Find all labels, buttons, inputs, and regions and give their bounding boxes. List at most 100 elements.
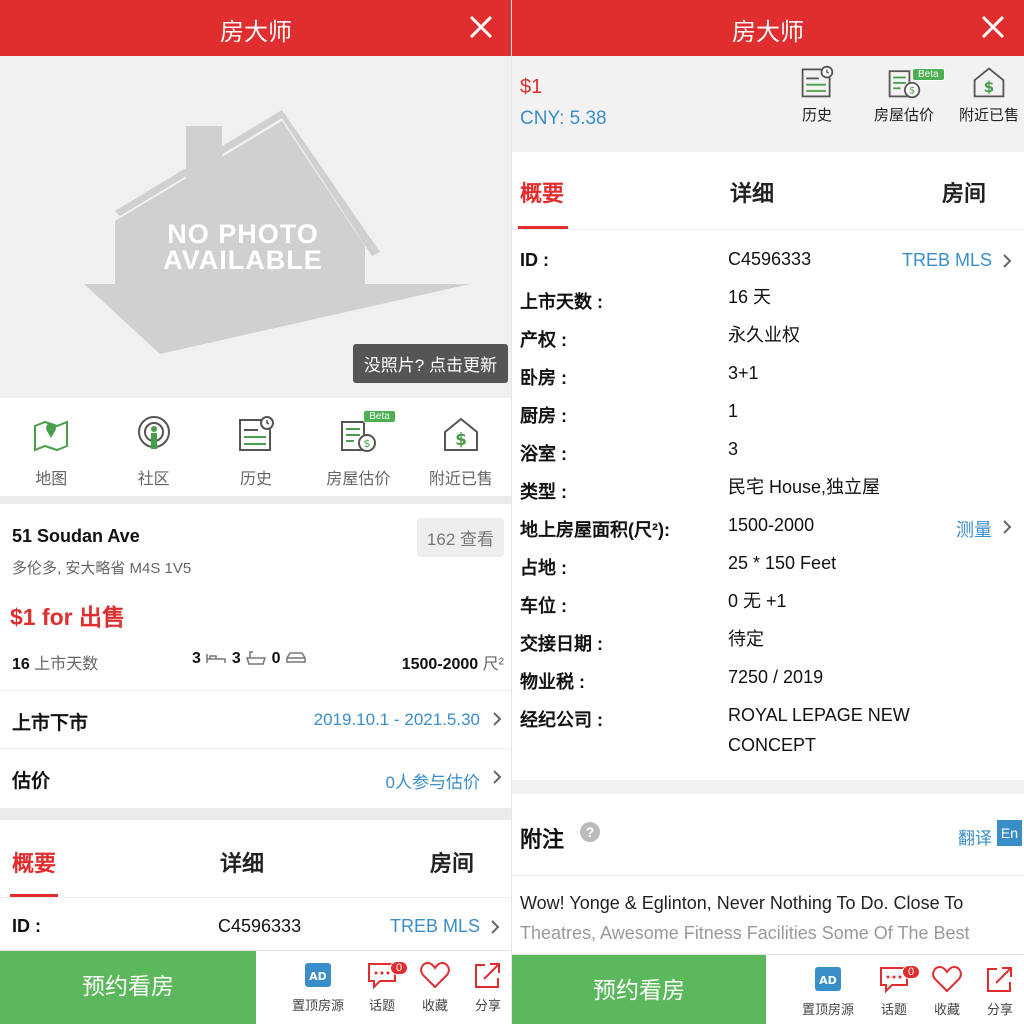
detail-tabs: 概要 详细 房间 [0,820,512,898]
detail-row: 交接日期 : 待定 [512,622,1024,660]
topic-button[interactable]: 话题 0 [352,959,412,1014]
favorite-button[interactable]: 收藏 [405,959,465,1014]
detail-row[interactable]: ID : C4596333 TREB MLS [512,242,1024,280]
detail-key: 卧房 : [520,368,567,388]
detail-key: 车位 : [520,596,567,616]
days-on-market-label: 上市天数 [34,656,99,673]
svg-text:$: $ [984,78,995,96]
valuation-button[interactable]: $ 房屋估价 Beta [868,64,945,125]
detail-value: 0 无 +1 [728,591,787,611]
nearby-sold-icon: $ [973,67,1005,98]
notes-text: Wow! Yonge & Eglinton, Never Nothing To … [520,888,1020,948]
language-toggle[interactable]: En [996,820,1022,846]
id-row: ID : C4596333 TREB MLS [0,900,512,950]
map-label: 地图 [35,471,68,488]
estimate-label: 估价 [12,771,51,792]
property-details-list: ID : C4596333 TREB MLS 上市天数 : 16 天 产权 : … [512,242,1024,768]
detail-key: 物业税 : [520,672,585,692]
heart-icon [932,965,962,993]
nearby-sold-button[interactable]: $ 附近已售 [410,400,512,496]
detail-key: 地上房屋面积(尺²): [520,520,670,540]
valuation-label: 房屋估价 [326,471,391,488]
detail-row: 浴室 : 3 [512,432,1024,470]
topic-label: 话题 [368,998,395,1013]
bottom-action-bar: 预约看房 AD 置顶房源 话题 0 收藏 分享 [0,950,512,1024]
promote-label: 置顶房源 [801,1002,854,1017]
detail-value: 永久业权 [728,325,800,345]
valuation-button[interactable]: $ Beta 房屋估价 [307,400,409,496]
close-icon[interactable] [468,14,494,40]
listing-city: 多伦多, 安大略省 M4S 1V5 [12,560,192,577]
feature-icon-row: 地图 社区 历史 $ Beta 房屋估价 $ 附近已售 [0,400,512,496]
detail-row: 经纪公司 : ROYAL LEPAGE NEW CONCEPT [512,698,1024,768]
detail-row[interactable]: 地上房屋面积(尺²): 1500-2000 测量 [512,508,1024,546]
listing-stats: 16 上市天数 3 3 0 1500-2000 尺² [12,650,504,674]
nearby-sold-button[interactable]: $ 附近已售 [954,64,1024,125]
history-icon [801,65,834,98]
notes-line: Wow! Yonge & Eglinton, Never Nothing To … [520,893,964,913]
top-bar: 房大师 [512,0,1024,56]
bed-count: 3 [192,650,201,667]
community-button[interactable]: 社区 [102,400,204,496]
detail-row: 厨房 : 1 [512,394,1024,432]
detail-row: 产权 : 永久业权 [512,318,1024,356]
chevron-right-icon [1003,520,1012,534]
detail-row: 车位 : 0 无 +1 [512,584,1024,622]
detail-value: 民宅 House,独立屋 [728,477,881,497]
tab-overview[interactable]: 概要 [520,176,564,208]
section-divider [0,496,512,504]
history-button[interactable]: 历史 [205,400,307,496]
tab-details[interactable]: 详细 [730,176,774,208]
listing-history-row[interactable]: 上市下市 2019.10.1 - 2021.5.30 [0,690,512,746]
top-bar: 房大师 [0,0,512,56]
estimate-row[interactable]: 估价 0人参与估价 [0,748,512,804]
share-icon [987,967,1012,992]
app-title: 房大师 [732,19,804,46]
detail-key: 交接日期 : [520,634,603,654]
help-icon[interactable]: ? [580,822,600,842]
nearby-sold-label: 附近已售 [958,107,1019,124]
active-tab-underline [518,226,568,229]
tab-rooms[interactable]: 房间 [942,176,986,208]
update-photo-tip[interactable]: 没照片? 点击更新 [352,344,508,383]
map-button[interactable]: 地图 [0,400,102,496]
book-viewing-button[interactable]: 预约看房 [512,955,766,1024]
section-divider [512,780,1024,794]
estimate-value: 0人参与估价 [385,773,480,792]
translate-button[interactable]: 翻译 [958,824,992,849]
price-header: $1 CNY: 5.38 历史 $ 房屋估价 Beta $ 附近已售 [512,56,1024,142]
book-viewing-button[interactable]: 预约看房 [0,951,256,1024]
id-value: C4596333 [218,916,302,936]
detail-row: 占地 : 25 * 150 Feet [512,546,1024,584]
mls-link[interactable]: TREB MLS [902,250,992,271]
mls-link[interactable]: TREB MLS [390,916,480,937]
bed-icon [206,654,227,663]
close-icon[interactable] [980,14,1006,40]
share-button[interactable]: 分享 [970,963,1024,1018]
detail-key: 产权 : [520,330,567,350]
detail-value: 16 天 [728,287,772,307]
svg-text:$: $ [364,437,371,450]
tab-rooms[interactable]: 房间 [430,846,474,878]
ad-icon: AD [305,963,331,987]
tab-details[interactable]: 详细 [220,846,264,878]
floor-area: 1500-2000 尺² [402,650,504,674]
floor-area-unit: 尺² [482,656,504,673]
chevron-right-icon [491,920,500,934]
history-button[interactable]: 历史 [782,64,852,125]
section-divider [0,808,512,820]
share-button[interactable]: 分享 [458,959,512,1014]
nearby-sold-icon: $ [443,417,478,451]
detail-row: 卧房 : 3+1 [512,356,1024,394]
promote-listing-button[interactable]: AD 置顶房源 [798,963,858,1018]
promote-listing-button[interactable]: AD 置顶房源 [288,959,348,1014]
nearby-sold-label: 附近已售 [428,471,493,488]
measure-link[interactable]: 测量 [956,516,992,542]
topic-label: 话题 [880,1002,907,1017]
parking-count: 0 [271,650,281,667]
detail-value: 1 [728,401,739,421]
topic-button[interactable]: 话题 0 [864,963,924,1018]
favorite-button[interactable]: 收藏 [917,963,977,1018]
tab-overview[interactable]: 概要 [12,846,56,878]
detail-key: ID : [520,250,549,270]
